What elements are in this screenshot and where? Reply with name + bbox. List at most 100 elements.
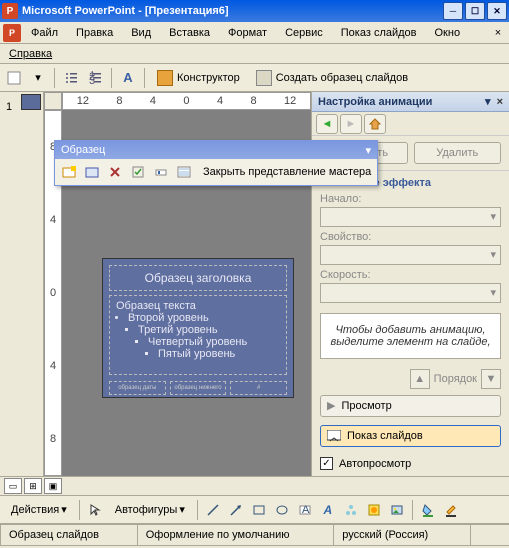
reorder-row: ▲ Порядок ▼: [312, 367, 509, 391]
diagram-tool-icon[interactable]: [341, 500, 361, 520]
app-icon: P: [2, 3, 18, 19]
status-pad: [470, 524, 509, 546]
titlebar: P Microsoft PowerPoint - [Презентация6] …: [0, 0, 509, 22]
oval-tool-icon[interactable]: [272, 500, 292, 520]
menu-view[interactable]: Вид: [123, 24, 159, 42]
designer-button[interactable]: Конструктор: [150, 67, 247, 89]
status-language: русский (Россия): [333, 524, 471, 546]
create-master-label: Создать образец слайдов: [276, 72, 408, 84]
font-effect-icon[interactable]: A: [117, 67, 139, 89]
menu-format[interactable]: Формат: [220, 24, 275, 42]
start-label: Начало:: [320, 193, 501, 205]
master-slide[interactable]: Образец заголовка Образец текста Второй …: [102, 258, 294, 398]
toolbar-options-icon[interactable]: ▾: [365, 144, 371, 157]
title-placeholder[interactable]: Образец заголовка: [109, 265, 287, 291]
line-tool-icon[interactable]: [203, 500, 223, 520]
blank-button[interactable]: [3, 67, 25, 89]
rectangle-tool-icon[interactable]: [249, 500, 269, 520]
menubar: P Файл Правка Вид Вставка Формат Сервис …: [0, 22, 509, 44]
line-color-icon[interactable]: [441, 500, 461, 520]
master-layout-icon[interactable]: [174, 162, 194, 182]
autoshapes-menu[interactable]: Автофигуры ▾: [108, 500, 192, 519]
rename-master-icon[interactable]: [151, 162, 171, 182]
status-design: Оформление по умолчанию: [137, 524, 335, 546]
menu-help[interactable]: Справка: [3, 45, 58, 63]
menu-slideshow[interactable]: Показ слайдов: [333, 24, 425, 42]
doc-name: [Презентация6]: [145, 5, 229, 17]
close-master-label[interactable]: Закрыть представление мастера: [203, 166, 371, 178]
menu-window[interactable]: Окно: [427, 24, 469, 42]
designer-icon: [157, 70, 173, 86]
numbering-icon[interactable]: 123: [84, 67, 106, 89]
menu-file[interactable]: Файл: [23, 24, 66, 42]
pane-menu-icon[interactable]: ▾: [485, 95, 491, 108]
slideshow-view-icon[interactable]: ▣: [44, 478, 62, 494]
thumbnail-1[interactable]: [21, 94, 41, 110]
bullets-icon[interactable]: [60, 67, 82, 89]
view-buttons: ▭ ⊞ ▣: [0, 476, 509, 496]
preserve-master-icon[interactable]: [128, 162, 148, 182]
arrow-tool-icon[interactable]: [226, 500, 246, 520]
fill-color-icon[interactable]: [418, 500, 438, 520]
animation-hint: Чтобы добавить анимацию, выделите элемен…: [320, 313, 501, 359]
clipart-tool-icon[interactable]: [364, 500, 384, 520]
move-up-icon: ▲: [410, 369, 430, 389]
svg-text:3: 3: [89, 75, 95, 85]
drawing-toolbar: Действия ▾ Автофигуры ▾ A A: [0, 496, 509, 524]
slideshow-button[interactable]: Показ слайдов: [320, 425, 501, 447]
property-label: Свойство:: [320, 231, 501, 243]
maximize-button[interactable]: ☐: [465, 2, 485, 20]
create-master-button[interactable]: Создать образец слайдов: [249, 67, 415, 89]
move-down-icon: ▼: [481, 369, 501, 389]
footer-placeholder[interactable]: образец нижнего: [170, 381, 227, 395]
speed-label: Скорость:: [320, 269, 501, 281]
pane-forward-icon[interactable]: ►: [340, 114, 362, 134]
slideshow-icon: [327, 430, 341, 442]
start-select: ▾: [320, 207, 501, 227]
mdi-close-button[interactable]: ×: [490, 25, 506, 41]
picture-tool-icon[interactable]: [387, 500, 407, 520]
window-title: Microsoft PowerPoint - [Презентация6]: [22, 5, 443, 17]
footer-placeholders: образец даты образец нижнего #: [109, 381, 287, 395]
ruler-horizontal: 128404812: [62, 92, 311, 110]
wordart-tool-icon[interactable]: A: [318, 500, 338, 520]
doc-icon[interactable]: P: [3, 24, 21, 42]
status-view: Образец слайдов: [0, 524, 138, 546]
textbox-tool-icon[interactable]: A: [295, 500, 315, 520]
pane-home-icon[interactable]: [364, 114, 386, 134]
actions-menu[interactable]: Действия ▾: [4, 500, 74, 519]
normal-view-icon[interactable]: ▭: [4, 478, 22, 494]
sorter-view-icon[interactable]: ⊞: [24, 478, 42, 494]
formatting-toolbar: ▾ 123 A Конструктор Создать образец слай…: [0, 64, 509, 92]
designer-label: Конструктор: [177, 72, 240, 84]
body-placeholder[interactable]: Образец текста Второй уровень Третий уро…: [109, 295, 287, 375]
svg-text:A: A: [302, 504, 310, 516]
speed-select: ▾: [320, 283, 501, 303]
close-button[interactable]: ✕: [487, 2, 507, 20]
preview-button[interactable]: ▶Просмотр: [320, 395, 501, 417]
delete-master-icon[interactable]: [105, 162, 125, 182]
menu-tools[interactable]: Сервис: [277, 24, 331, 42]
minimize-button[interactable]: ─: [443, 2, 463, 20]
pane-nav: ◄ ►: [312, 112, 509, 136]
autopreview-checkbox[interactable]: ✓ Автопросмотр: [312, 451, 509, 476]
thumbnail-strip: 1: [0, 92, 44, 476]
select-tool-icon[interactable]: [85, 500, 105, 520]
workarea: 1 128404812 84048 Образец заголовка Обра…: [0, 92, 509, 476]
pane-back-icon[interactable]: ◄: [316, 114, 338, 134]
date-placeholder[interactable]: образец даты: [109, 381, 166, 395]
new-master-icon[interactable]: [59, 162, 79, 182]
slidenum-placeholder[interactable]: #: [230, 381, 287, 395]
pane-close-icon[interactable]: ×: [497, 96, 503, 108]
dropdown-icon[interactable]: ▾: [27, 67, 49, 89]
create-master-icon: [256, 70, 272, 86]
new-title-master-icon[interactable]: [82, 162, 102, 182]
property-select: ▾: [320, 245, 501, 265]
app-name: Microsoft PowerPoint: [22, 5, 135, 17]
menubar-row2: Справка: [0, 44, 509, 64]
statusbar: Образец слайдов Оформление по умолчанию …: [0, 524, 509, 546]
master-view-toolbar[interactable]: Образец▾ Закрыть представление мастера: [54, 140, 378, 186]
menu-insert[interactable]: Вставка: [161, 24, 218, 42]
master-toolbar-title[interactable]: Образец▾: [55, 141, 377, 159]
menu-edit[interactable]: Правка: [68, 24, 121, 42]
